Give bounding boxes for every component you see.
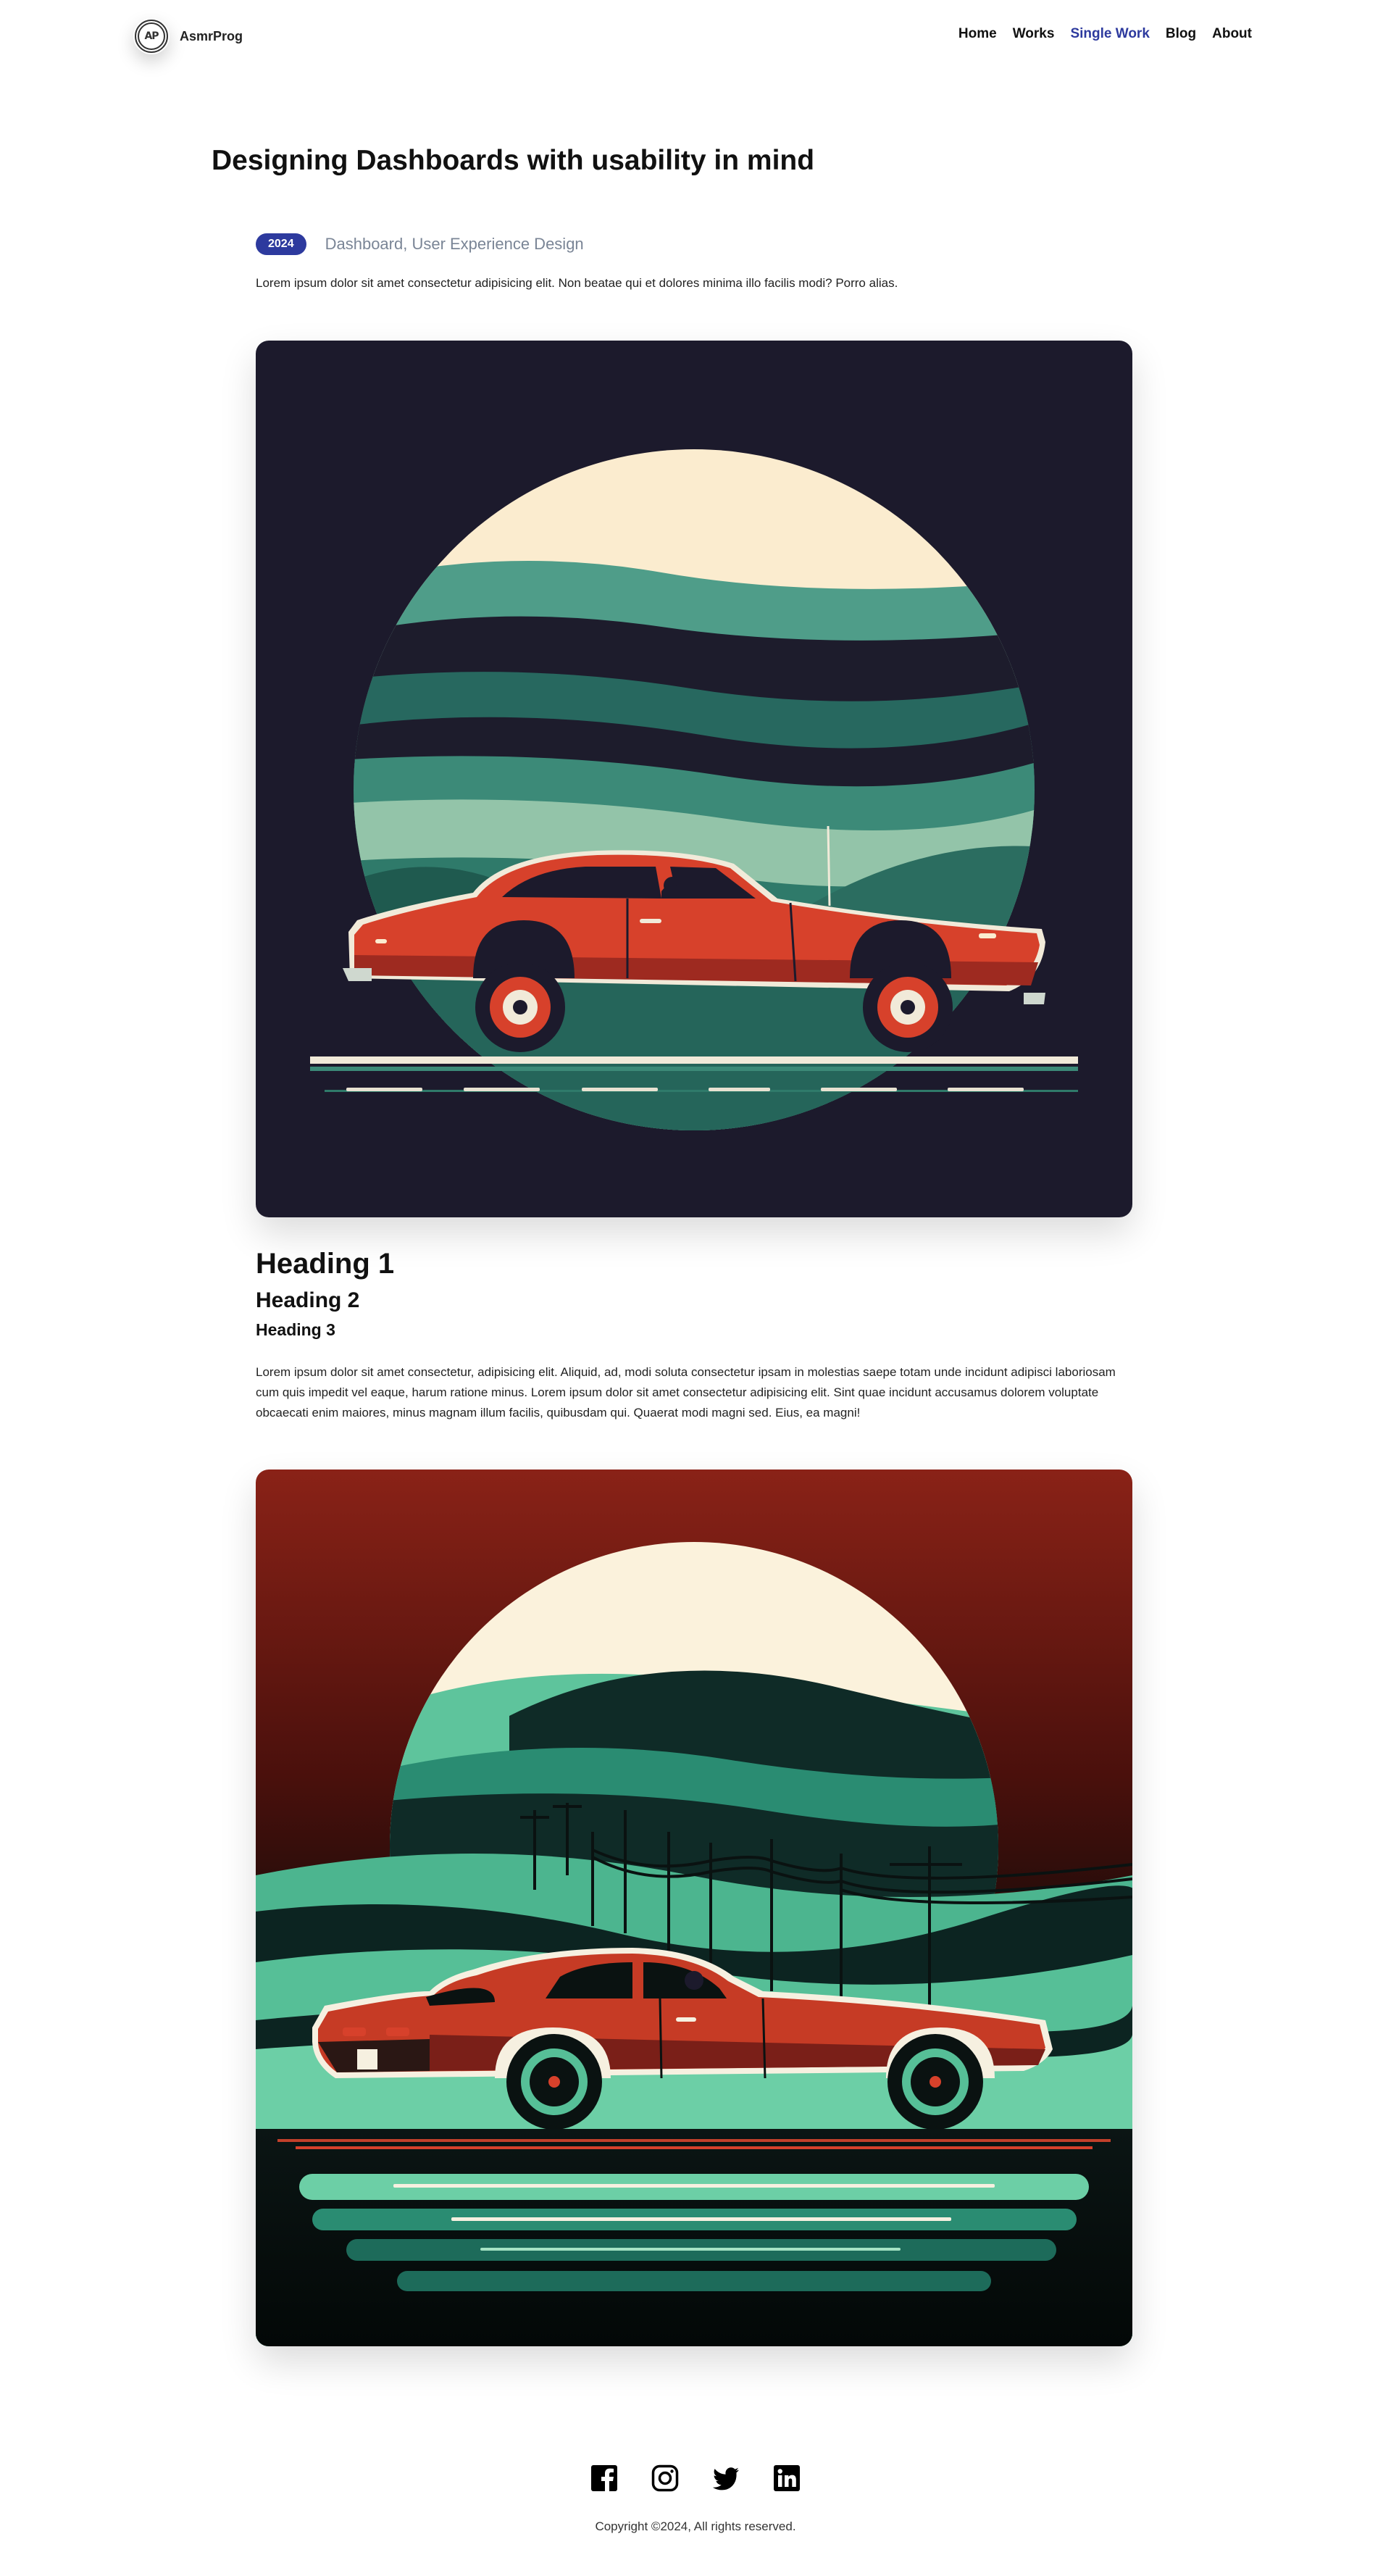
logo-ring: AP: [135, 20, 168, 53]
car-illustration-red-svg: [256, 1470, 1132, 2346]
linkedin-icon: [774, 2465, 800, 2491]
heading-2: Heading 2: [256, 1288, 360, 1312]
facebook-link[interactable]: [590, 2464, 619, 2493]
brand-link[interactable]: AP AsmrProg: [133, 16, 243, 57]
linkedin-link[interactable]: [772, 2464, 801, 2493]
copyright-text: Copyright ©2024, All rights reserved.: [595, 2519, 796, 2533]
nav-home[interactable]: Home: [958, 26, 997, 42]
page-title: Designing Dashboards with usability in m…: [212, 145, 815, 176]
nav-about[interactable]: About: [1212, 26, 1252, 42]
brand-name: AsmrProg: [180, 28, 243, 43]
car-illustration-dark-svg: [256, 341, 1132, 1217]
car-illustration-red: [256, 1470, 1132, 2346]
facebook-icon: [591, 2465, 617, 2493]
heading-1: Heading 1: [256, 1248, 395, 1280]
article-tags: Dashboard, User Experience Design: [325, 235, 584, 253]
car-illustration-dark: [256, 341, 1132, 1217]
year-badge: 2024: [256, 233, 306, 255]
instagram-icon: [651, 2464, 679, 2492]
intro-text: Lorem ipsum dolor sit amet consectetur a…: [256, 276, 898, 290]
site-header: AP AsmrProg Home Works Single Work Blog …: [0, 0, 1391, 72]
twitter-link[interactable]: [711, 2464, 740, 2493]
nav-single-work[interactable]: Single Work: [1070, 26, 1149, 42]
main-nav: Home Works Single Work Blog About: [958, 26, 1252, 42]
article-meta: 2024 Dashboard, User Experience Design: [256, 233, 584, 255]
instagram-link[interactable]: [651, 2464, 680, 2493]
heading-3: Heading 3: [256, 1320, 335, 1339]
body-paragraph: Lorem ipsum dolor sit amet consectetur, …: [256, 1365, 1116, 1420]
logo: AP: [133, 18, 170, 54]
nav-blog[interactable]: Blog: [1166, 26, 1196, 42]
nav-works[interactable]: Works: [1013, 26, 1055, 42]
logo-text: AP: [138, 22, 165, 50]
social-links: [0, 2464, 1391, 2493]
twitter-icon: [712, 2467, 739, 2490]
